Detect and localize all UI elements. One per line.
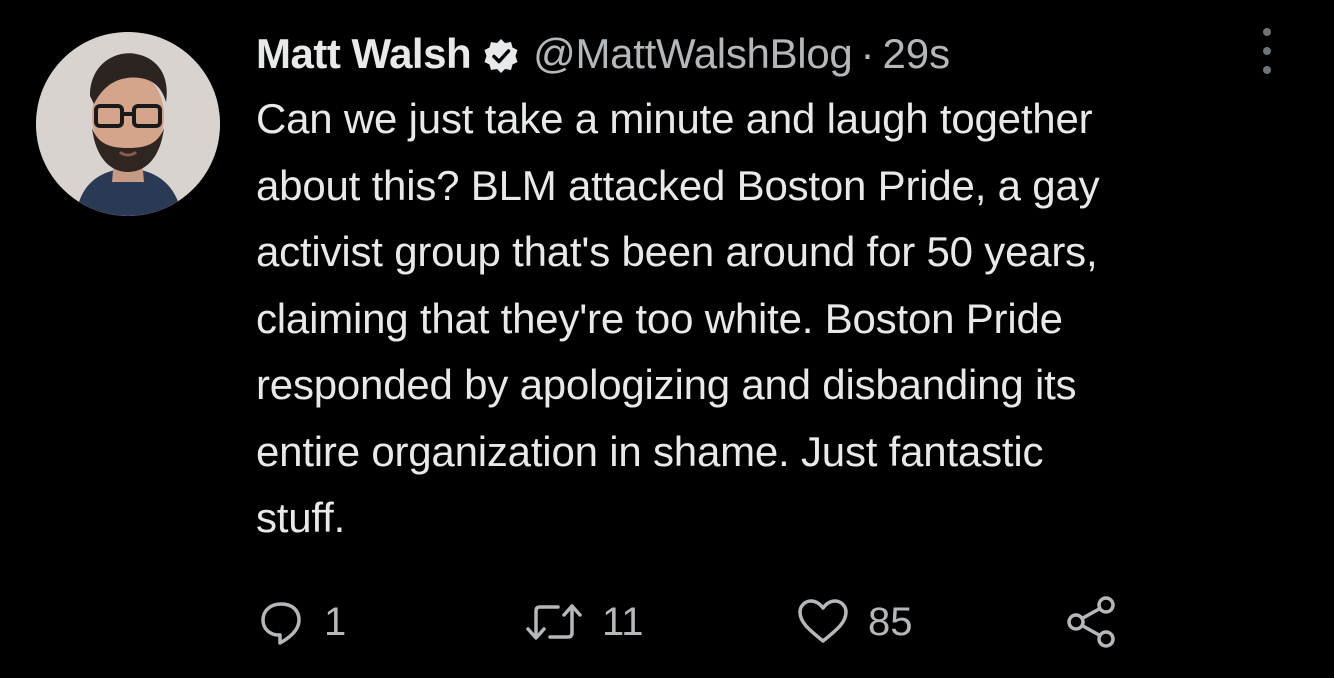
retweet-count: 11 xyxy=(602,599,644,644)
more-dot xyxy=(1263,47,1271,55)
tweet-actions: 1 11 85 xyxy=(256,592,1156,652)
header-separator: · xyxy=(860,30,875,77)
avatar[interactable] xyxy=(36,32,220,216)
retweet-button[interactable]: 11 xyxy=(524,592,644,652)
more-options-icon[interactable] xyxy=(1252,28,1282,74)
heart-icon xyxy=(798,599,848,643)
author-name[interactable]: Matt Walsh xyxy=(256,30,472,78)
reply-count: 1 xyxy=(324,599,347,644)
author-handle[interactable]: @MattWalshBlog xyxy=(533,30,853,78)
more-dot xyxy=(1263,28,1271,36)
verified-badge-icon xyxy=(483,36,519,73)
reply-button[interactable]: 1 xyxy=(256,592,346,652)
reply-icon xyxy=(261,602,301,645)
retweet-icon xyxy=(526,604,582,640)
like-button[interactable]: 85 xyxy=(796,592,913,652)
share-button[interactable] xyxy=(1064,592,1120,652)
tweet[interactable]: Matt Walsh @MattWalshBlog · 29s Can we j… xyxy=(0,0,1334,678)
like-count: 85 xyxy=(868,599,913,644)
share-icon xyxy=(1067,596,1115,648)
tweet-content: Matt Walsh @MattWalshBlog · 29s Can we j… xyxy=(256,24,1296,552)
profile-photo-icon xyxy=(36,32,220,216)
more-dot xyxy=(1263,66,1271,74)
tweet-header: Matt Walsh @MattWalshBlog · 29s xyxy=(256,24,1296,84)
tweet-timestamp[interactable]: 29s xyxy=(882,30,950,78)
tweet-text: Can we just take a minute and laugh toge… xyxy=(256,95,1100,541)
